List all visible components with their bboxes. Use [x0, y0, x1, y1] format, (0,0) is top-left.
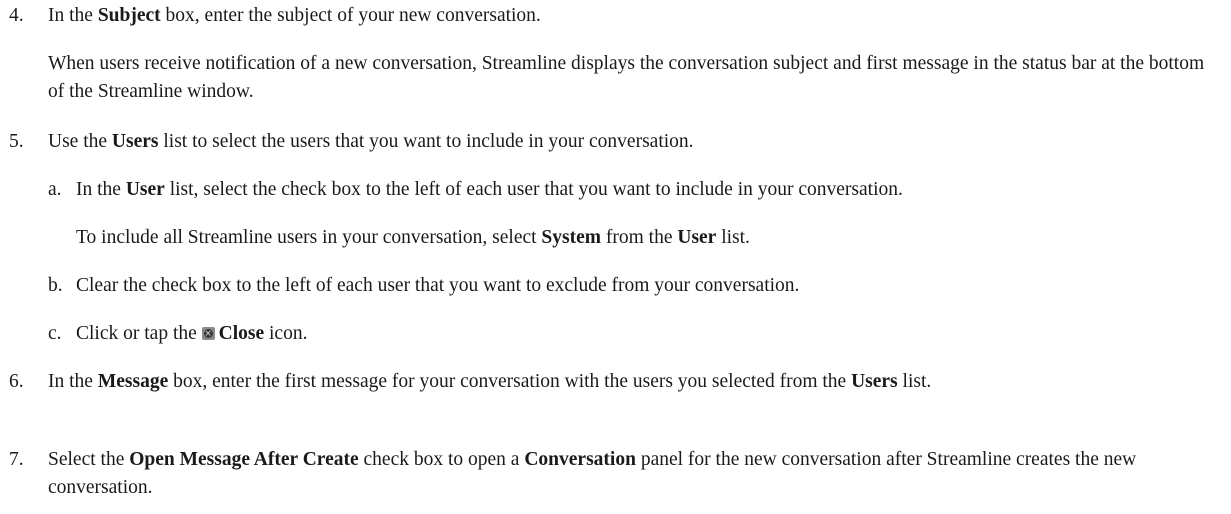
substep-letter: c.: [48, 323, 62, 344]
close-icon: [201, 320, 215, 348]
ui-term: User: [125, 179, 165, 200]
document-page: 4. In the Subject box, enter the subject…: [0, 0, 1231, 514]
step-instruction: In the Message box, enter the first mess…: [48, 371, 932, 392]
substep-instruction: In the User list, select the check box t…: [76, 179, 903, 200]
ui-term: Open Message After Create: [129, 449, 359, 470]
substep-body: In the User list, select the check box t…: [76, 176, 1225, 204]
ui-term: Users: [111, 131, 159, 152]
step-instruction: Use the Users list to select the users t…: [48, 131, 694, 152]
ui-term: System: [541, 227, 601, 248]
ui-term: Message: [97, 371, 169, 392]
step-number: 6.: [9, 371, 24, 392]
substep-body: Clear the check box to the left of each …: [76, 272, 1225, 300]
ui-term: Close: [218, 323, 265, 344]
step-instruction: Select the Open Message After Create che…: [48, 449, 1137, 498]
substep-body: Click or tap the Close icon.: [76, 320, 1225, 348]
step-number: 7.: [9, 449, 24, 470]
step-instruction: In the Subject box, enter the subject of…: [48, 5, 541, 26]
step-number: 4.: [9, 5, 24, 26]
substep-instruction: Click or tap the Close icon.: [76, 320, 1225, 348]
ui-term: Users: [851, 371, 898, 392]
substep-note: To include all Streamline users in your …: [76, 227, 750, 248]
ui-term: Subject: [97, 5, 161, 26]
substep-letter: b.: [48, 275, 63, 296]
substep-instruction: Clear the check box to the left of each …: [76, 275, 800, 296]
step-number: 5.: [9, 131, 24, 152]
step-note: When users receive notification of a new…: [48, 53, 1205, 102]
step-body: Select the Open Message After Create che…: [48, 446, 1225, 502]
substep-letter: a.: [48, 179, 62, 200]
ui-term: Conversation: [524, 449, 636, 470]
step-body: Use the Users list to select the users t…: [48, 128, 1225, 156]
step-body: In the Message box, enter the first mess…: [48, 368, 1225, 396]
ui-term: User: [677, 227, 717, 248]
step-body: In the Subject box, enter the subject of…: [48, 2, 1225, 30]
